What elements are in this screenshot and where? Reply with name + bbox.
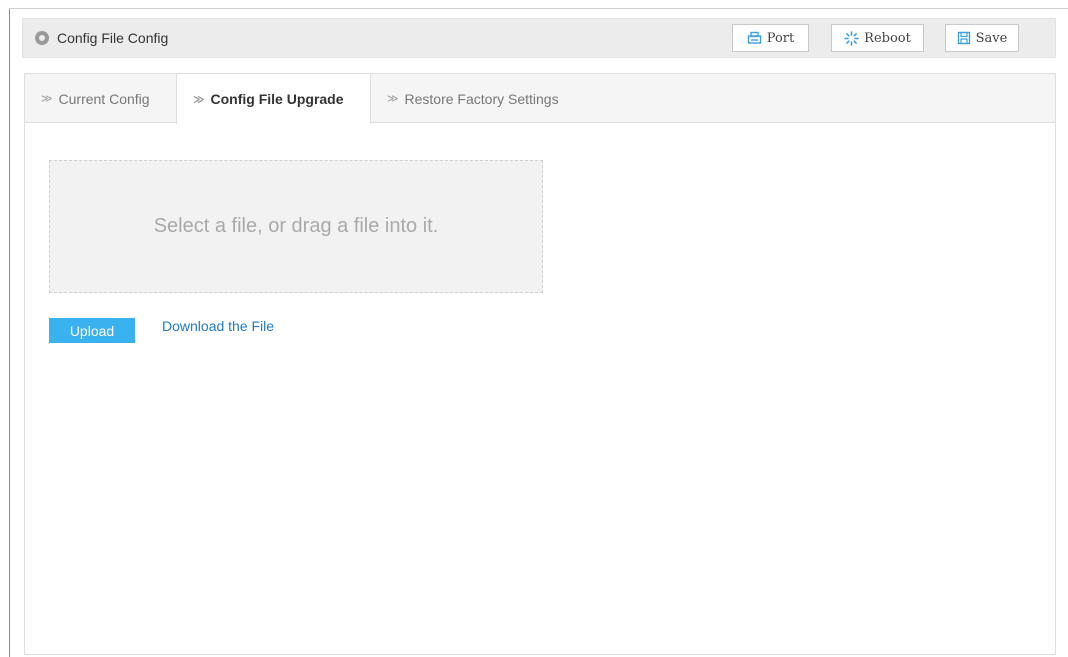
chevron-right-icon: ≫	[41, 93, 53, 105]
save-label: Save	[975, 30, 1008, 46]
reboot-label: Reboot	[864, 30, 911, 46]
tab-config-file-upgrade[interactable]: ≫ Config File Upgrade	[176, 74, 371, 124]
tab-current-config[interactable]: ≫ Current Config	[25, 74, 176, 123]
frame-border-left	[9, 8, 10, 657]
port-button[interactable]: Port	[732, 24, 809, 52]
upload-button[interactable]: Upload	[49, 318, 135, 343]
chevron-right-icon: ≫	[387, 93, 399, 105]
file-dropzone[interactable]: Select a file, or drag a file into it.	[49, 160, 543, 293]
tab-bar: ≫ Current Config ≫ Config File Upgrade ≫…	[25, 74, 1055, 124]
frame-border-top	[9, 8, 1068, 9]
page-title: Config File Config	[57, 30, 169, 46]
reboot-icon	[844, 30, 859, 46]
port-icon	[747, 31, 762, 45]
location-pin-icon	[35, 31, 49, 45]
tab-label: Restore Factory Settings	[404, 90, 559, 107]
tab-label: Config File Upgrade	[210, 91, 344, 107]
content-panel: ≫ Current Config ≫ Config File Upgrade ≫…	[24, 73, 1056, 655]
port-label: Port	[766, 30, 795, 46]
dropzone-text: Select a file, or drag a file into it.	[153, 215, 439, 237]
reboot-button[interactable]: Reboot	[831, 24, 924, 52]
save-icon	[957, 31, 971, 45]
download-file-link[interactable]: Download the File	[162, 318, 274, 334]
tab-restore-factory-settings[interactable]: ≫ Restore Factory Settings	[371, 74, 601, 123]
save-button[interactable]: Save	[945, 24, 1019, 52]
tab-label: Current Config	[58, 90, 150, 107]
chevron-right-icon: ≫	[193, 93, 205, 106]
